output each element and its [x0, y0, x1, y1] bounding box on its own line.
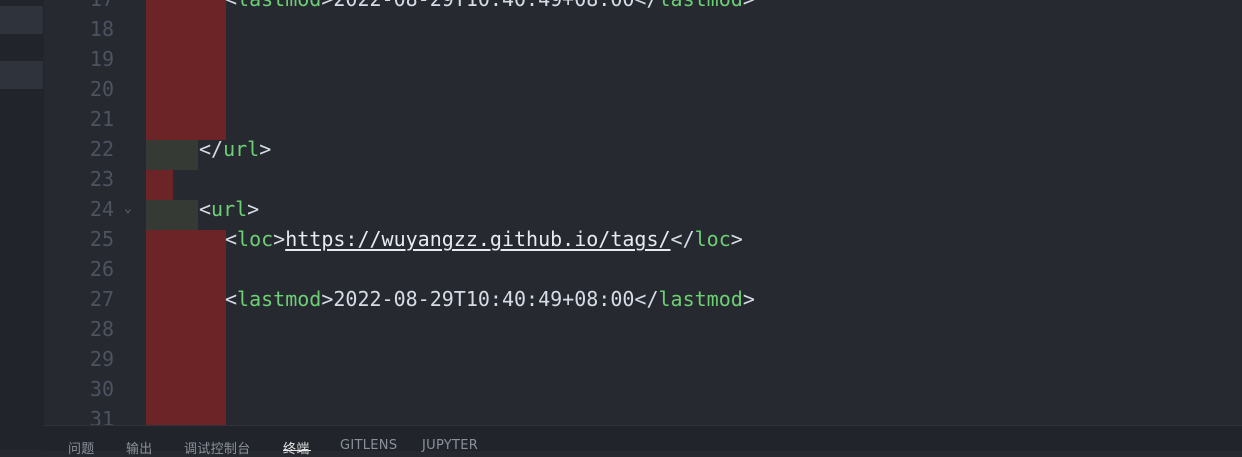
code-editor[interactable]: 17<lastmod>2022-08-29T10:40:49+08:00</la… [44, 0, 1242, 425]
code-token: </ [634, 287, 659, 311]
code-line[interactable]: 26 [44, 254, 1242, 284]
code-token: 2022-08-29T10:40:49+08:00 [333, 0, 634, 11]
code-line[interactable]: 24 ⌄ <url> [44, 194, 1242, 224]
line-number: 19 [89, 47, 114, 71]
line-number: 27 [89, 287, 114, 311]
xml-tag-name: loc [237, 227, 274, 251]
code-line[interactable]: 23 [44, 164, 1242, 194]
line-number: 18 [89, 17, 114, 41]
code-token: < [199, 197, 212, 221]
code-line[interactable]: 31 [44, 404, 1242, 425]
url-link[interactable]: https://wuyangzz.github.io/tags/ [285, 227, 670, 251]
code-token: > [730, 227, 743, 251]
code-line[interactable]: 25 <loc>https://wuyangzz.github.io/tags/<… [44, 224, 1242, 254]
code-text: <loc>https://wuyangzz.github.io/tags/</l… [225, 224, 743, 254]
panel-tab[interactable]: 调试控制台 [184, 438, 251, 457]
line-number: 20 [89, 77, 114, 101]
code-token: > [259, 137, 272, 161]
code-line[interactable]: 17<lastmod>2022-08-29T10:40:49+08:00</la… [44, 0, 1242, 14]
chevron-down-icon[interactable]: ⌄ [124, 194, 132, 224]
xml-tag-name: url [223, 137, 260, 161]
panel-tab[interactable]: 输出 [126, 438, 153, 457]
code-token: </ [199, 137, 224, 161]
line-number: 28 [89, 317, 114, 341]
code-token: </ [634, 0, 658, 11]
code-line[interactable]: 19 [44, 44, 1242, 74]
activity-item[interactable] [0, 61, 43, 89]
line-number: 25 [89, 227, 114, 251]
line-number: 30 [89, 377, 114, 401]
code-text: <url> [199, 194, 259, 224]
code-token: > [743, 0, 755, 11]
code-token: < [225, 227, 238, 251]
code-token: </ [670, 227, 695, 251]
xml-tag-name: lastmod [237, 0, 321, 11]
code-token: > [321, 0, 333, 11]
activity-item[interactable] [0, 6, 43, 34]
xml-tag-name: lastmod [237, 287, 322, 311]
code-line[interactable]: 21 [44, 104, 1242, 134]
code-line[interactable]: 30 [44, 374, 1242, 404]
code-token: > [742, 287, 755, 311]
code-token: > [273, 227, 286, 251]
line-number: 22 [89, 137, 114, 161]
code-token: < [225, 287, 238, 311]
code-token: > [247, 197, 260, 221]
panel-tab[interactable]: GITLENS [340, 438, 397, 453]
xml-tag-name: loc [694, 227, 731, 251]
code-token: 2022-08-29T10:40:49+08:00 [333, 287, 635, 311]
xml-tag-name: url [211, 197, 248, 221]
code-text: </url> [199, 134, 271, 164]
code-line[interactable]: 27 <lastmod>2022-08-29T10:40:49+08:00</la… [44, 284, 1242, 314]
line-number: 23 [89, 167, 114, 191]
line-number: 24 [89, 197, 114, 221]
active-tab-indicator [283, 450, 311, 451]
code-token: < [225, 0, 237, 11]
line-number: 21 [89, 107, 114, 131]
line-number: 17 [44, 0, 114, 14]
code-text: <lastmod>2022-08-29T10:40:49+08:00</last… [225, 284, 755, 314]
line-number: 31 [89, 407, 114, 425]
xml-tag-name: lastmod [659, 0, 743, 11]
line-number: 26 [89, 257, 114, 281]
panel-tab-bar: 问题 输出 调试控制台 终端 GITLENS JUPYTER [44, 425, 1242, 457]
code-line[interactable]: 28 [44, 314, 1242, 344]
code-line[interactable]: 22 </url> [44, 134, 1242, 164]
code-line[interactable]: 29 [44, 344, 1242, 374]
code-line[interactable]: 18 [44, 14, 1242, 44]
panel-tab[interactable]: JUPYTER [422, 438, 478, 453]
code-text: <lastmod>2022-08-29T10:40:49+08:00</last… [225, 0, 755, 14]
panel-tab[interactable]: 问题 [68, 438, 95, 457]
code-token: > [321, 287, 334, 311]
panel-tab[interactable]: 终端 [283, 438, 310, 457]
line-number: 29 [89, 347, 114, 371]
activity-bar [0, 0, 44, 450]
xml-tag-name: lastmod [658, 287, 743, 311]
code-line[interactable]: 20 [44, 74, 1242, 104]
